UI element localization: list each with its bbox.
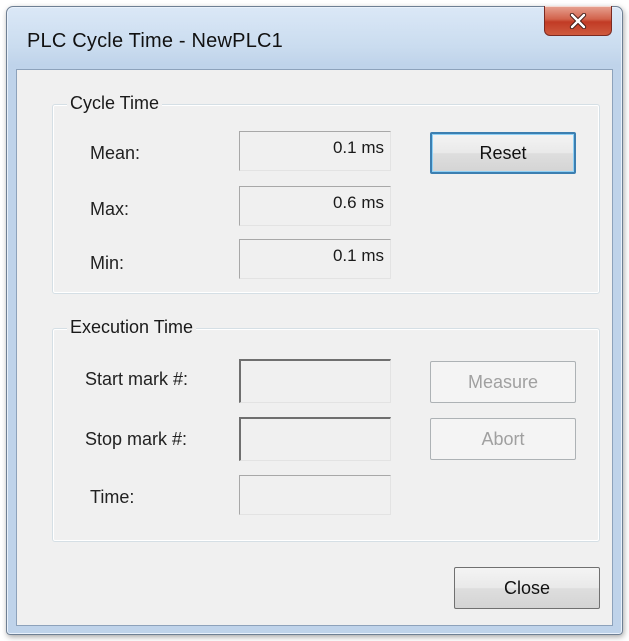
start-mark-input[interactable]: [239, 359, 391, 403]
cycle-time-group: Cycle Time Mean: 0.1 ms Max: 0.6 ms Min:…: [52, 93, 600, 294]
mean-label: Mean:: [90, 143, 141, 163]
window-title: PLC Cycle Time - NewPLC1: [27, 30, 283, 52]
time-value-field: [239, 475, 391, 515]
time-label: Time:: [90, 487, 135, 507]
stop-mark-input[interactable]: [239, 417, 391, 461]
mean-value-field: 0.1 ms: [239, 131, 391, 171]
reset-button[interactable]: Reset: [430, 132, 576, 174]
close-button[interactable]: Close: [454, 567, 600, 609]
measure-button[interactable]: Measure: [430, 361, 576, 403]
start-mark-label: Start mark #:: [85, 369, 189, 389]
min-label: Min:: [90, 253, 125, 273]
dialog-window: PLC Cycle Time - NewPLC1 Cycle Time Mean…: [6, 6, 623, 635]
cycle-time-group-title: Cycle Time: [67, 93, 163, 114]
max-value-field: 0.6 ms: [239, 186, 391, 226]
max-label: Max:: [90, 199, 130, 219]
stop-mark-label: Stop mark #:: [85, 429, 188, 449]
execution-time-group-title: Execution Time: [67, 317, 197, 338]
window-close-button[interactable]: [544, 6, 612, 36]
min-value-field: 0.1 ms: [239, 239, 391, 279]
dialog-client-area: Cycle Time Mean: 0.1 ms Max: 0.6 ms Min:…: [16, 69, 613, 626]
close-icon: [569, 12, 587, 29]
execution-time-group: Execution Time Start mark #: Stop mark #…: [52, 317, 600, 542]
abort-button[interactable]: Abort: [430, 418, 576, 460]
